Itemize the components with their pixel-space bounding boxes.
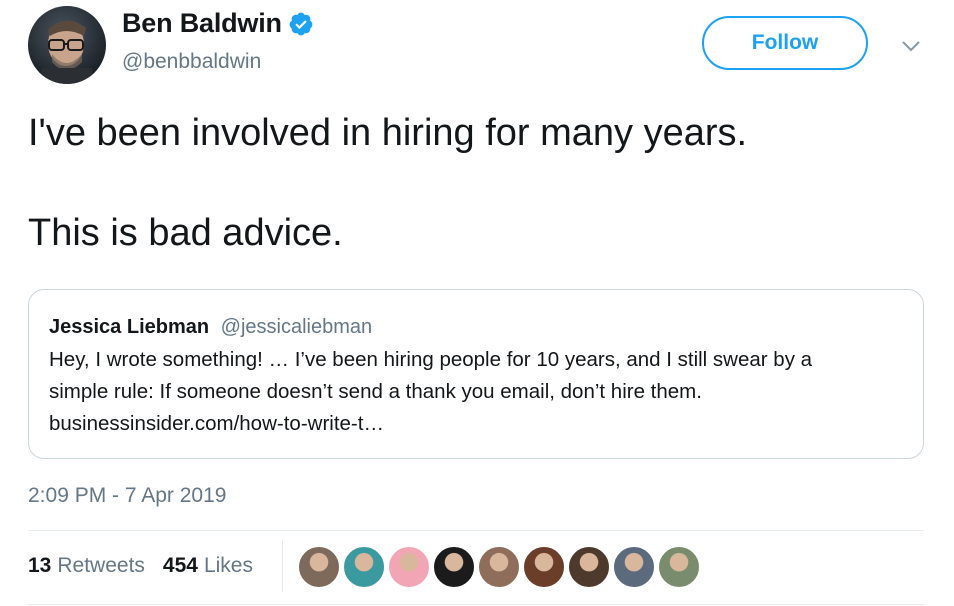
quoted-tweet-link[interactable]: businessinsider.com/how-to-write-t… xyxy=(49,408,903,440)
profile-photo-icon xyxy=(42,20,92,84)
liker-avatar-4[interactable] xyxy=(433,546,475,588)
retweets-count: 13 xyxy=(28,554,52,577)
follow-button[interactable]: Follow xyxy=(702,16,868,70)
liker-avatar-8[interactable] xyxy=(613,546,655,588)
divider xyxy=(28,530,924,531)
liker-avatar-5[interactable] xyxy=(478,546,520,588)
retweets-stat[interactable]: 13 Retweets xyxy=(28,554,145,578)
quoted-tweet-line: simple rule: If someone doesn’t send a t… xyxy=(49,380,702,403)
tweet-paragraph: I've been involved in hiring for many ye… xyxy=(28,112,748,154)
retweets-label: Retweets xyxy=(57,554,145,577)
author-avatar[interactable] xyxy=(28,6,106,84)
liker-avatar-6[interactable] xyxy=(523,546,565,588)
author-handle[interactable]: @benbbaldwin xyxy=(122,50,261,74)
liker-avatar-9[interactable] xyxy=(658,546,700,588)
tweet-stats: 13 Retweets 454 Likes xyxy=(28,554,253,578)
stats-separator xyxy=(282,540,283,592)
quoted-tweet-text: Hey, I wrote something! … I’ve been hiri… xyxy=(49,344,903,440)
quoted-author-name: Jessica Liebman xyxy=(49,316,210,338)
chevron-down-icon[interactable] xyxy=(900,38,922,54)
quoted-tweet-card[interactable]: Jessica Liebman @jessicaliebman Hey, I w… xyxy=(28,289,924,459)
tweet-timestamp[interactable]: 2:09 PM - 7 Apr 2019 xyxy=(28,484,226,508)
tweet-paragraph: This is bad advice. xyxy=(28,212,343,254)
author-name[interactable]: Ben Baldwin xyxy=(122,8,282,39)
quoted-author-handle: @jessicaliebman xyxy=(220,316,373,338)
liker-avatar-7[interactable] xyxy=(568,546,610,588)
divider xyxy=(28,604,924,605)
likes-label: Likes xyxy=(203,554,253,577)
verified-badge-icon xyxy=(289,12,313,35)
tweet-text: I've been involved in hiring for many ye… xyxy=(28,108,747,258)
liker-avatar-2[interactable] xyxy=(343,546,385,588)
quoted-tweet-line: Hey, I wrote something! … I’ve been hiri… xyxy=(49,348,813,371)
liker-avatar-3[interactable] xyxy=(388,546,430,588)
likes-stat[interactable]: 454 Likes xyxy=(163,554,253,578)
liker-avatar-1[interactable] xyxy=(298,546,340,588)
likes-count: 454 xyxy=(162,554,198,577)
